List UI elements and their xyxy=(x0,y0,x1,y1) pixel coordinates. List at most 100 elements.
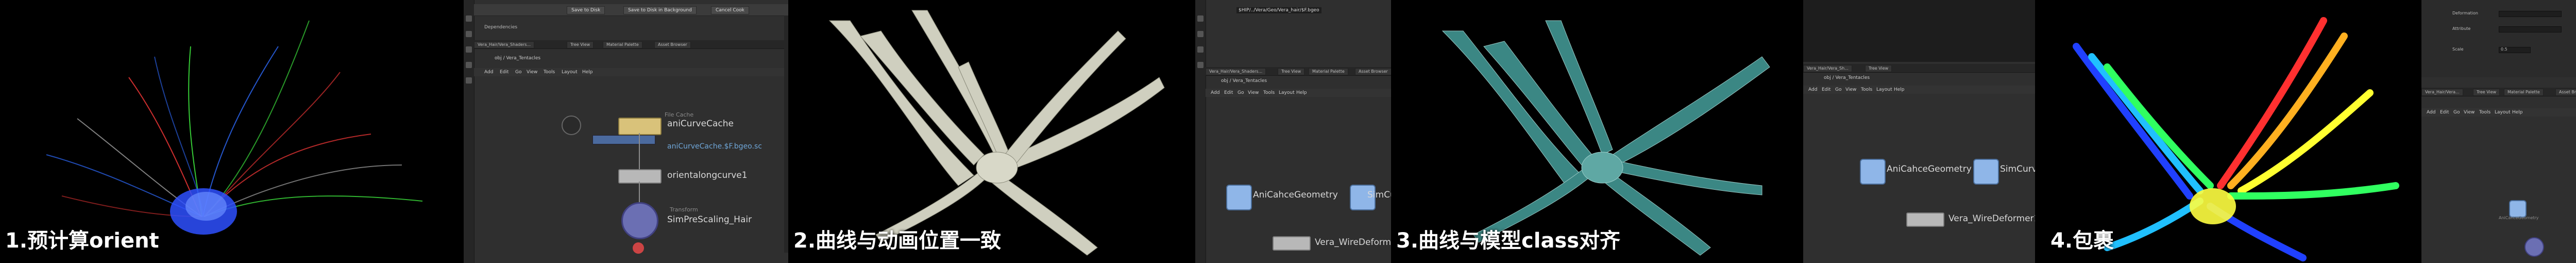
menu-layout[interactable]: Layout xyxy=(562,69,578,75)
viewport-orient: 1.预计算orient xyxy=(0,0,464,263)
param-deformation: Deformation xyxy=(2452,11,2478,15)
caption-class-aligned: 3.曲线与模型class对齐 xyxy=(1396,229,1621,253)
cancel-cook-button[interactable]: Cancel Cook xyxy=(711,6,749,14)
right-scrollbar[interactable] xyxy=(784,15,788,253)
network-panel-1: Save to Disk Save to Disk in Background … xyxy=(464,0,788,263)
tab-tree-view[interactable]: Tree View xyxy=(1865,65,1892,72)
tab-network[interactable]: Vera_Hair/Vera_Sh... xyxy=(1803,65,1852,72)
menu-layout[interactable]: Layout xyxy=(2495,109,2511,116)
menu-edit[interactable]: Edit xyxy=(1822,87,1831,93)
network-path[interactable]: obj / Vera_Tentacles xyxy=(1824,75,1870,80)
tab-asset-browser[interactable]: Asset Browser xyxy=(1355,68,1391,75)
node-file-cache[interactable] xyxy=(618,118,662,135)
node-label-simprescaling: SimPreScaling_Hair xyxy=(667,215,752,225)
tool-icon[interactable] xyxy=(466,77,472,84)
node-transform-bottom[interactable] xyxy=(2524,237,2544,257)
node-wiredeformer[interactable] xyxy=(1273,236,1311,251)
screenshot-strip: 1.预计算orient Save to Disk Save to Disk in… xyxy=(0,0,2576,263)
menu-add[interactable]: Add xyxy=(484,69,493,75)
menu-tools[interactable]: Tools xyxy=(2479,109,2490,116)
tab-network[interactable]: Vera_Hair/Vera_Shaders... xyxy=(1206,68,1266,75)
caption-curves-aligned: 2.曲线与动画位置一致 xyxy=(793,229,1002,253)
menu-layout[interactable]: Layout xyxy=(1876,87,1892,93)
network-path[interactable]: obj / Vera_Tentacles xyxy=(495,56,540,61)
node-transform-badge xyxy=(633,242,644,254)
save-to-disk-button[interactable]: Save to Disk xyxy=(567,6,605,14)
menu-layout[interactable]: Layout xyxy=(1279,90,1295,96)
menu-help[interactable]: Help xyxy=(2512,109,2523,116)
node-anicache[interactable] xyxy=(2509,200,2527,218)
node-type-file-cache: File Cache xyxy=(665,111,694,118)
tab-material-palette[interactable]: Material Palette xyxy=(1309,68,1348,75)
network-path[interactable]: obj / Vera_Tentacles xyxy=(1221,78,1267,84)
menu-go[interactable]: Go xyxy=(515,69,521,75)
node-file-cache-tag xyxy=(592,135,655,144)
tab-material-palette[interactable]: Material Palette xyxy=(2504,89,2544,96)
tab-asset-browser[interactable]: Asset Browser xyxy=(654,41,691,48)
menu-bar: Add Edit Go View Tools Layout Help xyxy=(1803,86,2035,94)
node-transform[interactable] xyxy=(621,202,658,239)
pane-tabs: Vera_Hair/Vera_Shaders... Tree View Mate… xyxy=(474,40,788,49)
node-sub-anicurvecache: aniCurveCache.$F.bgeo.sc xyxy=(667,142,762,151)
tool-icon[interactable] xyxy=(1197,31,1204,37)
dependencies-label: Dependencies xyxy=(484,25,518,30)
menu-edit[interactable]: Edit xyxy=(500,69,509,75)
pane-tabs: Vera_Hair/Vera_Shaders... Tree View Mate… xyxy=(1206,67,1391,76)
viewport-curves-aligned: 2.曲线与动画位置一致 xyxy=(788,0,1195,263)
pane-tabs: Vera_Hair/Vera_Sh... Tree View xyxy=(1803,64,2035,73)
tool-icon[interactable] xyxy=(466,15,472,22)
save-background-button[interactable]: Save to Disk in Background xyxy=(623,6,697,14)
menu-view[interactable]: View xyxy=(527,69,537,75)
menu-tools[interactable]: Tools xyxy=(1263,90,1275,96)
menu-tools[interactable]: Tools xyxy=(544,69,555,75)
menu-edit[interactable]: Edit xyxy=(1224,90,1233,96)
node-orientalongcurve[interactable] xyxy=(618,169,662,184)
node-type-transform: Transform xyxy=(670,206,698,213)
tool-icon[interactable] xyxy=(466,46,472,53)
cache-toolbar: Save to Disk Save to Disk in Background … xyxy=(474,4,788,16)
tab-network[interactable]: Vera_Hair/Vera_Shaders... xyxy=(474,41,535,48)
tab-asset-browser[interactable]: Asset Browser xyxy=(2555,89,2576,96)
menu-add[interactable]: Add xyxy=(1211,90,1219,96)
viewport-wrap: 4.包裹 xyxy=(2035,0,2421,263)
menu-tools[interactable]: Tools xyxy=(1861,87,1872,93)
tool-icon[interactable] xyxy=(466,31,472,37)
node-simcurve[interactable] xyxy=(1973,159,1999,185)
tab-network[interactable]: Vera_Hair/Vera... xyxy=(2421,89,2463,96)
menu-help[interactable]: Help xyxy=(582,69,593,75)
menu-view[interactable]: View xyxy=(1845,87,1856,93)
param-attribute-field[interactable] xyxy=(2499,26,2562,32)
menu-bar: Add Edit Go View Tools Layout Help xyxy=(1206,89,1391,97)
param-scale: Scale xyxy=(2452,47,2464,52)
menu-add[interactable]: Add xyxy=(2427,109,2435,116)
circle-icon[interactable] xyxy=(562,116,581,135)
tab-tree-view[interactable]: Tree View xyxy=(1278,68,1305,75)
tab-tree-view[interactable]: Tree View xyxy=(2473,89,2500,96)
tab-material-palette[interactable]: Material Palette xyxy=(603,41,642,48)
menu-help[interactable]: Help xyxy=(1894,87,1905,93)
node-label-anicache: AniCahceGeometry xyxy=(1887,164,1972,174)
node-anicache[interactable] xyxy=(1226,185,1252,210)
tool-icon[interactable] xyxy=(1197,62,1204,68)
param-deformation-field[interactable] xyxy=(2499,11,2562,17)
tool-icon[interactable] xyxy=(1197,46,1204,53)
tool-icon[interactable] xyxy=(1197,15,1204,22)
parameter-pane: Deformation Attribute Scale 0.5 xyxy=(2421,0,2576,77)
menu-add[interactable]: Add xyxy=(1808,87,1817,93)
tool-icon[interactable] xyxy=(466,62,472,68)
menu-view[interactable]: View xyxy=(1248,90,1259,96)
side-toolbar xyxy=(1195,0,1206,263)
menu-go[interactable]: Go xyxy=(1238,90,1244,96)
node-label-simcurve: SimCurv xyxy=(1367,190,1391,200)
node-wiredeformer[interactable] xyxy=(1906,212,1944,227)
menu-help[interactable]: Help xyxy=(1296,90,1307,96)
menu-view[interactable]: View xyxy=(2464,109,2475,116)
menu-go[interactable]: Go xyxy=(2453,109,2460,116)
node-anicache[interactable] xyxy=(1860,159,1886,185)
wire xyxy=(639,133,640,169)
file-path-field[interactable]: $HIP/../Vera/Geo/Vera_hair/$F.bgeo xyxy=(1236,7,1321,13)
wire xyxy=(639,182,640,202)
menu-edit[interactable]: Edit xyxy=(2440,109,2449,116)
tab-tree-view[interactable]: Tree View xyxy=(567,41,594,48)
menu-go[interactable]: Go xyxy=(1835,87,1841,93)
